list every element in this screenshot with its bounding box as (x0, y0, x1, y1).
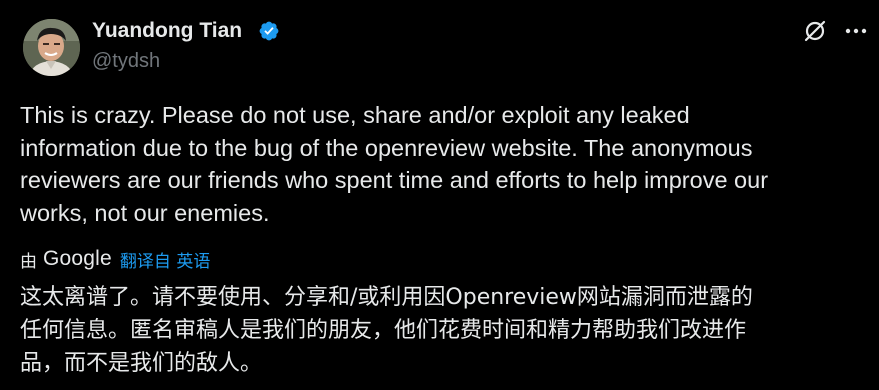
tweet-text: This is crazy. Please do not use, share … (20, 102, 769, 226)
translated-text: 这太离谱了。请不要使用、分享和/或利用因Openreview网站漏洞而泄露的 任… (20, 285, 753, 376)
translated-from-link[interactable]: 翻译自 英语 (120, 247, 210, 272)
display-name[interactable]: Yuandong Tian (92, 18, 242, 44)
avatar[interactable] (23, 19, 80, 76)
more-options-button[interactable] (842, 17, 870, 45)
more-options-icon (845, 28, 867, 34)
user-handle[interactable]: @tydsh (92, 49, 160, 73)
grok-icon (804, 20, 826, 42)
google-logo: Google (43, 247, 112, 270)
verified-badge-icon (259, 21, 279, 41)
user-avatar-icon (23, 19, 80, 76)
translation-attribution: 由 Google 翻译自 英语 (20, 246, 210, 272)
tweet-card: Yuandong Tian @tydsh This is crazy. Plea… (0, 0, 879, 390)
grok-button[interactable] (801, 17, 829, 45)
translated-by-label: 由 (20, 251, 37, 272)
